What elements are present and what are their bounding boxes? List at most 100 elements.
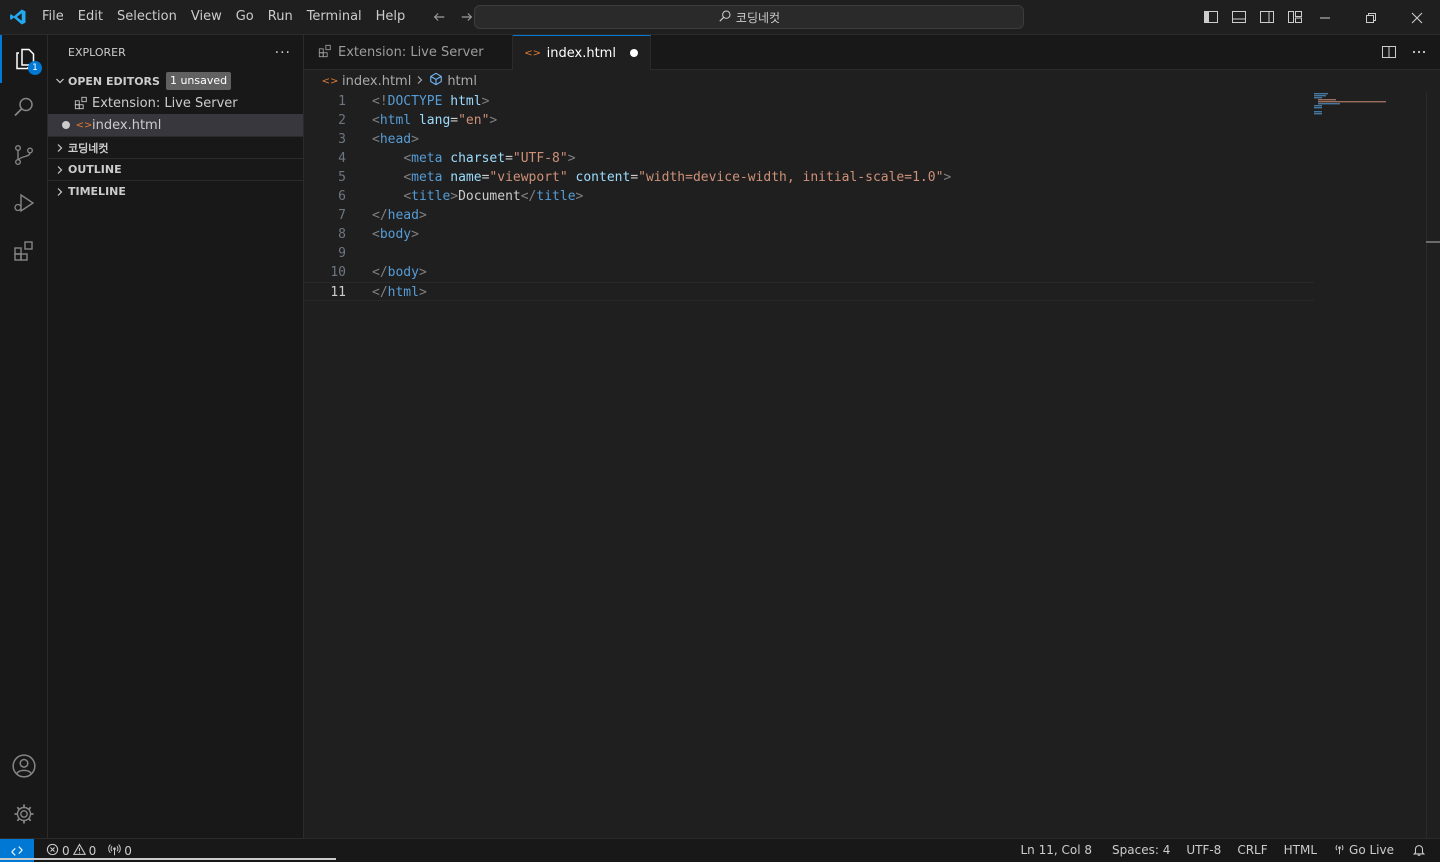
editor-area: Extension: Live Server < > index.html <> … [304,35,1440,838]
open-editor-label: index.html [92,117,162,133]
language-mode-status[interactable]: HTML [1280,839,1321,861]
code-token: name [450,170,482,185]
more-actions-icon[interactable] [1408,41,1430,63]
code-token: html [450,94,482,109]
code-token: "UTF-8" [512,151,568,166]
tab-label: index.html [546,45,616,61]
run-and-debug-icon[interactable] [0,179,48,227]
close-window-icon[interactable] [1394,0,1440,35]
more-actions-button[interactable]: ··· [275,45,291,61]
code-token: head [387,208,419,223]
indentation-status[interactable]: Spaces: 4 [1108,839,1174,861]
code-line[interactable]: 5 <meta name="viewport" content="width=d… [304,168,1314,187]
cursor-position-status[interactable]: Ln 11, Col 8 [1017,839,1097,861]
code-token: meta [411,170,443,185]
folder-section-header[interactable]: 코딩네컷 [48,136,303,158]
code-editor[interactable]: 1 <!DOCTYPE html> 2 <html lang="en"> 3 <head>… [304,92,1314,301]
code-token: > [481,94,490,109]
explorer-badge: 1 [28,61,42,75]
code-token: Document [458,189,521,204]
breadcrumb-file[interactable]: index.html [342,74,411,89]
code-line[interactable]: 4 <meta charset="UTF-8"> [304,149,1314,168]
code-token: </ [372,285,388,300]
menu-help[interactable]: Help [369,5,413,29]
vscode-logo-icon [0,0,35,35]
code-token: DOCTYPE [387,94,443,109]
cursor-position-marker [1426,241,1440,243]
code-line[interactable]: 6 <title>Document</title> [304,187,1314,206]
encoding-status[interactable]: UTF-8 [1182,839,1225,861]
unsaved-dot-icon[interactable] [629,49,638,57]
code-token: = [630,170,639,185]
activity-bar: 1 [0,35,48,838]
code-token: head [379,132,412,147]
line-content: </html> [346,283,427,300]
open-editors-section-header[interactable]: OPEN EDITORS 1 unsaved [48,70,303,92]
sidebar-title: EXPLORER [68,46,126,59]
breadcrumb-symbol[interactable]: html [447,74,477,89]
code-token: > [575,189,584,204]
toggle-secondary-sidebar-icon[interactable] [1256,6,1278,28]
split-editor-icon[interactable] [1378,41,1400,63]
code-line[interactable]: 10 </body> [304,263,1314,282]
go-back-arrow-icon[interactable] [428,6,450,28]
extensions-icon[interactable] [0,227,48,275]
code-line[interactable]: 1 <!DOCTYPE html> [304,92,1314,111]
code-token: < [403,189,412,204]
menu-go[interactable]: Go [229,5,261,29]
tab-extension-live-server[interactable]: Extension: Live Server [304,35,513,70]
minimap[interactable] [1314,92,1424,132]
accounts-icon[interactable] [0,742,48,790]
timeline-label: TIMELINE [68,185,126,198]
notifications-bell-icon[interactable] [1408,839,1430,861]
code-line[interactable]: 2 <html lang="en"> [304,111,1314,130]
menu-view[interactable]: View [184,5,229,29]
code-token: html [387,285,419,300]
timeline-section-header[interactable]: TIMELINE [48,180,303,202]
symbol-element-icon [429,72,443,90]
eol-status[interactable]: CRLF [1233,839,1271,861]
minimize-icon[interactable] [1302,0,1348,35]
menu-terminal[interactable]: Terminal [300,5,369,29]
line-content: <body> [346,225,419,244]
line-content: <meta charset="UTF-8"> [346,149,575,168]
tab-label: Extension: Live Server [338,45,484,60]
manage-gear-icon[interactable] [0,790,48,838]
code-line[interactable]: 8 <body> [304,225,1314,244]
warning-icon [72,842,86,859]
menu-selection[interactable]: Selection [110,5,184,29]
restore-icon[interactable] [1348,0,1394,35]
tab-index-html[interactable]: <> index.html [512,35,651,70]
menu-edit[interactable]: Edit [71,5,110,29]
line-content: </body> [346,263,427,282]
code-token: < [372,113,380,128]
chevron-down-icon [52,76,68,86]
toggle-panel-icon[interactable] [1228,6,1250,28]
line-number: 2 [338,113,346,128]
menu-run[interactable]: Run [261,5,300,29]
open-editor-item-live-server[interactable]: Extension: Live Server [48,92,303,114]
html-file-icon: <> [75,119,93,131]
line-content: </head> [346,206,427,225]
explorer-icon[interactable]: 1 [0,35,48,83]
search-view-icon[interactable] [0,83,48,131]
code-token: = [450,113,459,128]
vertical-scrollbar[interactable] [1426,92,1440,838]
outline-section-header[interactable]: OUTLINE [48,158,303,180]
code-line[interactable]: 3 <head> [304,130,1314,149]
go-live-button[interactable]: Go Live [1329,839,1398,861]
code-line[interactable]: 11 </html> [304,282,1314,301]
command-center-search[interactable]: 코딩네컷 [474,5,1024,29]
code-line[interactable]: 7 </head> [304,206,1314,225]
menu-file[interactable]: File [35,5,71,29]
code-token: > [418,208,427,223]
code-token: "width=device-width, initial-scale=1.0" [638,170,944,185]
line-content: <title>Document</title> [346,187,583,206]
code-token: > [411,227,419,242]
broadcast-icon [1333,842,1346,858]
source-control-icon[interactable] [0,131,48,179]
toggle-primary-sidebar-icon[interactable] [1200,6,1222,28]
open-editor-item-index-html[interactable]: <> index.html [48,114,303,136]
code-token: body [379,227,412,242]
code-line[interactable]: 9 [304,244,1314,263]
